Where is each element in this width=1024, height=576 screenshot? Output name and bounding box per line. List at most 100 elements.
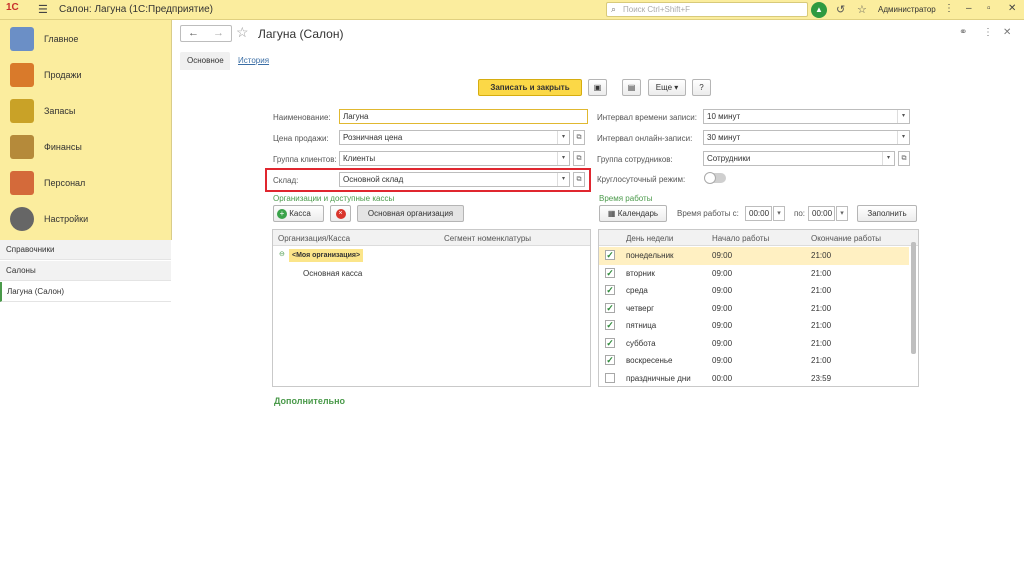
- sidebar-item-finance[interactable]: Финансы: [0, 129, 172, 165]
- staff-group-label: Группа сотрудников:: [597, 155, 673, 164]
- staff-group-field[interactable]: Сотрудники ▾: [703, 151, 895, 166]
- chevron-down-icon[interactable]: ▾: [897, 110, 909, 123]
- sidebar-item-sales[interactable]: Продажи: [0, 57, 172, 93]
- warehouse-highlight: [265, 168, 591, 192]
- time-to-dropdown[interactable]: ▾: [836, 206, 848, 221]
- work-to-label: по:: [794, 209, 806, 218]
- print-icon[interactable]: ▤: [622, 79, 641, 96]
- table-row[interactable]: ✓ четверг 09:00 21:00: [599, 300, 909, 318]
- sidebar-item-label: Запасы: [44, 106, 76, 116]
- chevron-down-icon[interactable]: ▾: [557, 131, 569, 144]
- table-row[interactable]: ⊖ <Моя организация>: [273, 247, 574, 264]
- fill-button[interactable]: Заполнить: [857, 205, 917, 222]
- help-button[interactable]: ?: [692, 79, 711, 96]
- checkbox[interactable]: ✓: [605, 320, 615, 330]
- favorite-star-icon[interactable]: ☆: [236, 24, 249, 41]
- checkbox[interactable]: ✓: [605, 267, 615, 278]
- sidebar-item-settings[interactable]: Настройки: [0, 201, 172, 237]
- add-kassa-button[interactable]: + Касса: [273, 205, 324, 222]
- sidebar-item-stock[interactable]: Запасы: [0, 93, 172, 129]
- work-table-header: День недели Начало работы Окончание рабо…: [599, 230, 918, 246]
- table-row[interactable]: ✓ пятница 09:00 21:00: [599, 317, 909, 335]
- work-to-field[interactable]: 00:00: [808, 206, 835, 221]
- checkbox[interactable]: ✓: [605, 337, 615, 348]
- forward-arrow-icon[interactable]: →: [213, 27, 224, 39]
- cell-start: 09:00: [712, 321, 733, 330]
- column-header: Организация/Касса: [278, 234, 351, 243]
- delete-button[interactable]: ×: [330, 205, 351, 222]
- column-header: Сегмент номенклатуры: [444, 234, 532, 243]
- save-and-close-button[interactable]: Записать и закрыть: [478, 79, 582, 96]
- settings-icon[interactable]: ⋮: [944, 3, 954, 14]
- cell-end: 21:00: [811, 303, 832, 313]
- checkbox[interactable]: ✓: [605, 250, 615, 260]
- work-from-field[interactable]: 00:00: [745, 206, 772, 221]
- calendar-button[interactable]: ▦ Календарь: [599, 205, 667, 222]
- client-group-field[interactable]: Клиенты ▾: [339, 151, 570, 166]
- user-name[interactable]: Администратор: [878, 5, 936, 14]
- work-time-label: Время работы с:: [677, 209, 739, 218]
- minimize-icon[interactable]: –: [966, 3, 972, 14]
- table-row[interactable]: ✓ вторник 09:00 21:00: [599, 265, 909, 283]
- notifications-icon[interactable]: ▲: [811, 2, 827, 18]
- open-icon[interactable]: ⧉: [898, 151, 910, 166]
- sidebar-item-staff[interactable]: Персонал: [0, 165, 172, 201]
- sidebar-item-label: Настройки: [44, 214, 89, 224]
- table-row[interactable]: ✓ суббота 09:00 21:00: [599, 335, 909, 353]
- link-label: Салоны: [6, 266, 36, 275]
- open-icon[interactable]: ⧉: [573, 130, 585, 145]
- name-value: Лагуна: [343, 112, 369, 121]
- search-input[interactable]: ⌕ Поиск Ctrl+Shift+F: [606, 2, 808, 17]
- close-icon[interactable]: ✕: [1008, 3, 1016, 14]
- client-group-value: Клиенты: [343, 154, 376, 163]
- roundclock-toggle[interactable]: [704, 172, 726, 184]
- sidebar-item-main[interactable]: Главное: [0, 21, 172, 57]
- table-row[interactable]: ✓ воскресенье 09:00 21:00: [599, 352, 909, 370]
- menu-icon[interactable]: ☰: [38, 3, 48, 16]
- collapse-icon[interactable]: ⊖: [279, 250, 285, 258]
- cell-day: среда: [626, 286, 648, 295]
- table-row[interactable]: ✓ понедельник 09:00 21:00: [599, 247, 909, 265]
- online-interval-field[interactable]: 30 минут ▾: [703, 130, 910, 145]
- sidebar-item-label: Главное: [44, 34, 79, 44]
- chevron-down-icon[interactable]: ▾: [882, 152, 894, 165]
- price-field[interactable]: Розничная цена ▾: [339, 130, 570, 145]
- chevron-down-icon[interactable]: ▾: [557, 152, 569, 165]
- table-row[interactable]: ✓ среда 09:00 21:00: [599, 282, 909, 300]
- scrollbar[interactable]: [911, 242, 916, 354]
- interval-value: 10 минут: [707, 112, 741, 121]
- checkbox[interactable]: [605, 372, 615, 383]
- more-button[interactable]: Еще ▾: [648, 79, 686, 96]
- cell-end: 21:00: [811, 268, 832, 278]
- maximize-icon[interactable]: ▫: [987, 3, 991, 14]
- table-row[interactable]: праздничные дни 00:00 23:59: [599, 370, 909, 388]
- column-header: День недели: [626, 234, 674, 243]
- sidebar-link-laguna[interactable]: Лагуна (Салон): [0, 282, 171, 302]
- work-to-value: 00:00: [812, 209, 833, 218]
- link-icon[interactable]: ⚭: [959, 27, 967, 38]
- history-icon[interactable]: ↺: [836, 3, 845, 16]
- checkbox[interactable]: ✓: [605, 355, 615, 365]
- sidebar-link-directories[interactable]: Справочники: [0, 240, 171, 260]
- search-icon: ⌕: [611, 4, 617, 14]
- save-icon[interactable]: ▣: [588, 79, 607, 96]
- cell-day: понедельник: [626, 251, 674, 260]
- checkbox[interactable]: ✓: [605, 302, 615, 313]
- main-org-button[interactable]: Основная организация: [357, 205, 464, 222]
- checkbox[interactable]: ✓: [605, 285, 615, 295]
- chevron-down-icon[interactable]: ▾: [897, 131, 909, 144]
- open-icon[interactable]: ⧉: [573, 151, 585, 166]
- back-arrow-icon[interactable]: ←: [188, 27, 199, 39]
- name-field[interactable]: Лагуна: [339, 109, 588, 124]
- close-form-icon[interactable]: ✕: [1003, 27, 1011, 38]
- favorites-icon[interactable]: ☆: [857, 3, 867, 16]
- calendar-label: Календарь: [617, 209, 659, 218]
- tab-main[interactable]: Основное: [180, 52, 230, 70]
- additional-link[interactable]: Дополнительно: [274, 396, 345, 406]
- kassa-row[interactable]: Основная касса: [303, 269, 362, 278]
- time-from-dropdown[interactable]: ▾: [773, 206, 785, 221]
- more-icon[interactable]: ⋮: [983, 27, 993, 38]
- page-title: Лагуна (Салон): [258, 27, 344, 41]
- sidebar-link-salons[interactable]: Салоны: [0, 261, 171, 281]
- interval-field[interactable]: 10 минут ▾: [703, 109, 910, 124]
